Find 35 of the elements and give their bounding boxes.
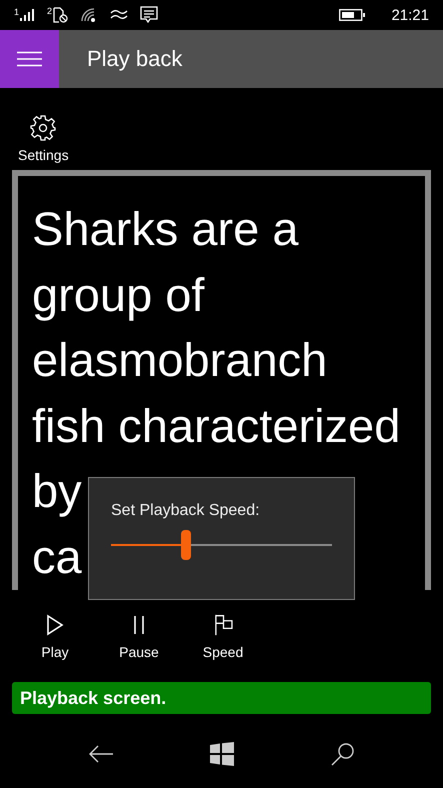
- pause-button[interactable]: Pause: [101, 614, 177, 660]
- no-sim-icon: [52, 7, 68, 23]
- sim-number: 2: [47, 7, 52, 16]
- menu-icon: [17, 51, 42, 67]
- slider-thumb[interactable]: [181, 530, 192, 560]
- pause-icon: [133, 614, 145, 636]
- clock-time: 21:21: [391, 6, 429, 24]
- settings-button[interactable]: Settings: [18, 115, 69, 163]
- article-text-line: fish characterized: [32, 398, 400, 454]
- back-button[interactable]: [88, 745, 114, 763]
- speed-slider[interactable]: [111, 530, 332, 560]
- back-icon: [88, 745, 114, 763]
- article-text-line: elasmobranch: [32, 332, 328, 388]
- battery-icon: [339, 9, 366, 21]
- play-icon: [46, 614, 64, 636]
- start-button[interactable]: [210, 742, 234, 766]
- signal-icon: [19, 8, 36, 22]
- play-button[interactable]: Play: [17, 614, 93, 660]
- sim-number: 1: [14, 8, 20, 17]
- speed-button[interactable]: Speed: [185, 614, 261, 660]
- windows-icon: [210, 742, 234, 766]
- flag-icon: [214, 614, 232, 636]
- search-button[interactable]: [330, 742, 355, 766]
- menu-button[interactable]: [0, 30, 59, 88]
- article-text-line: Sharks are a: [32, 201, 298, 257]
- search-icon: [330, 742, 355, 766]
- article-text-line: group of: [32, 266, 204, 323]
- article-text-line: ca: [32, 528, 82, 584]
- message-icon: [140, 6, 158, 24]
- status-message: Playback screen.: [12, 682, 431, 714]
- page-title: Play back: [87, 46, 182, 72]
- settings-icon: [30, 115, 56, 141]
- popup-title: Set Playback Speed:: [111, 502, 261, 520]
- waves-icon: [110, 8, 128, 22]
- article-text-line: by: [32, 463, 82, 519]
